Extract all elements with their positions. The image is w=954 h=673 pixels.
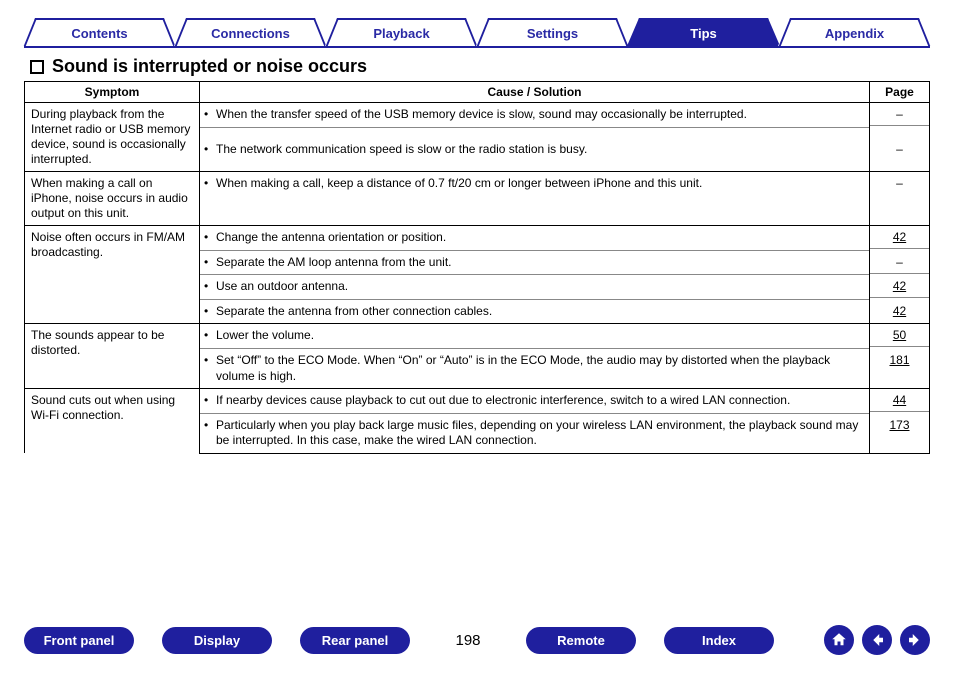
page-cell: 42: [870, 226, 930, 251]
cause-cell: •Particularly when you play back large m…: [200, 414, 870, 454]
cause-cell: •Lower the volume.: [200, 324, 870, 349]
tab-playback[interactable]: Playback: [325, 18, 478, 46]
cause-text: Separate the antenna from other connecti…: [216, 304, 492, 320]
cause-cell: •The network communication speed is slow…: [200, 138, 870, 172]
page-link[interactable]: 173: [889, 418, 909, 432]
cause-text: When making a call, keep a distance of 0…: [216, 176, 702, 192]
rear-panel-button[interactable]: Rear panel: [300, 627, 410, 654]
bullet-icon: •: [204, 304, 216, 320]
cause-cell: •If nearby devices cause playback to cut…: [200, 389, 870, 414]
page-link[interactable]: 42: [893, 279, 906, 293]
page-link[interactable]: 44: [893, 393, 906, 407]
cause-cell: •When the transfer speed of the USB memo…: [200, 103, 870, 138]
bullet-icon: •: [204, 142, 216, 158]
symptom-cell: Noise often occurs in FM/AM broadcasting…: [25, 226, 200, 324]
home-icon[interactable]: [824, 625, 854, 655]
page-cell: 42: [870, 275, 930, 300]
arrow-left-icon[interactable]: [862, 625, 892, 655]
bullet-icon: •: [204, 328, 216, 344]
symptom-cell: During playback from the Internet radio …: [25, 103, 200, 172]
page-link[interactable]: 42: [893, 304, 906, 318]
bullet-icon: •: [204, 107, 216, 123]
page-cell: –: [870, 138, 930, 172]
troubleshooting-table: Symptom Cause / Solution Page During pla…: [24, 81, 930, 454]
cause-cell: •Separate the antenna from other connect…: [200, 300, 870, 324]
arrow-right-icon[interactable]: [900, 625, 930, 655]
page-number: 198: [438, 632, 498, 649]
cause-text: The network communication speed is slow …: [216, 142, 587, 158]
col-header-page: Page: [870, 82, 930, 103]
page-cell: 44: [870, 389, 930, 414]
cause-cell: •Change the antenna orientation or posit…: [200, 226, 870, 251]
cause-text: When the transfer speed of the USB memor…: [216, 107, 747, 123]
bullet-icon: •: [204, 176, 216, 192]
cause-cell: •When making a call, keep a distance of …: [200, 172, 870, 226]
page-cell: –: [870, 172, 930, 226]
tab-appendix[interactable]: Appendix: [778, 18, 931, 46]
page-cell: 42: [870, 300, 930, 324]
front-panel-button[interactable]: Front panel: [24, 627, 134, 654]
page-cell: 173: [870, 414, 930, 454]
cause-text: Separate the AM loop antenna from the un…: [216, 255, 452, 271]
footer-bar: Front panel Display Rear panel 198 Remote Ind…: [0, 625, 954, 655]
page-link[interactable]: 181: [889, 353, 909, 367]
cause-cell: •Separate the AM loop antenna from the u…: [200, 251, 870, 276]
page-cell: –: [870, 251, 930, 276]
bullet-icon: •: [204, 393, 216, 409]
symptom-cell: The sounds appear to be distorted.: [25, 324, 200, 389]
cause-text: Use an outdoor antenna.: [216, 279, 348, 295]
tab-settings[interactable]: Settings: [476, 18, 629, 46]
page-link[interactable]: 42: [893, 230, 906, 244]
cause-text: If nearby devices cause playback to cut …: [216, 393, 790, 409]
remote-button[interactable]: Remote: [526, 627, 636, 654]
page-cell: 50: [870, 324, 930, 349]
bullet-icon: •: [204, 255, 216, 271]
tab-connections[interactable]: Connections: [174, 18, 327, 46]
cause-text: Particularly when you play back large mu…: [216, 418, 863, 449]
bullet-icon: •: [204, 279, 216, 295]
cause-text: Set “Off” to the ECO Mode. When “On” or …: [216, 353, 863, 384]
page-link[interactable]: 50: [893, 328, 906, 342]
col-header-symptom: Symptom: [25, 82, 200, 103]
symptom-cell: Sound cuts out when using Wi-Fi connecti…: [25, 389, 200, 454]
square-bullet-icon: [30, 60, 44, 74]
display-button[interactable]: Display: [162, 627, 272, 654]
tab-contents[interactable]: Contents: [23, 18, 176, 46]
cause-cell: •Set “Off” to the ECO Mode. When “On” or…: [200, 349, 870, 389]
cause-text: Change the antenna orientation or positi…: [216, 230, 446, 246]
top-tab-bar: ContentsConnectionsPlaybackSettingsTipsA…: [24, 18, 930, 48]
page-cell: –: [870, 103, 930, 138]
col-header-cause: Cause / Solution: [200, 82, 870, 103]
cause-cell: •Use an outdoor antenna.: [200, 275, 870, 300]
heading-text: Sound is interrupted or noise occurs: [52, 56, 367, 77]
symptom-cell: When making a call on iPhone, noise occu…: [25, 172, 200, 226]
index-button[interactable]: Index: [664, 627, 774, 654]
cause-text: Lower the volume.: [216, 328, 314, 344]
bullet-icon: •: [204, 418, 216, 449]
bullet-icon: •: [204, 230, 216, 246]
page-cell: 181: [870, 349, 930, 389]
tab-tips[interactable]: Tips: [627, 18, 780, 46]
bullet-icon: •: [204, 353, 216, 384]
section-heading: Sound is interrupted or noise occurs: [30, 56, 930, 77]
